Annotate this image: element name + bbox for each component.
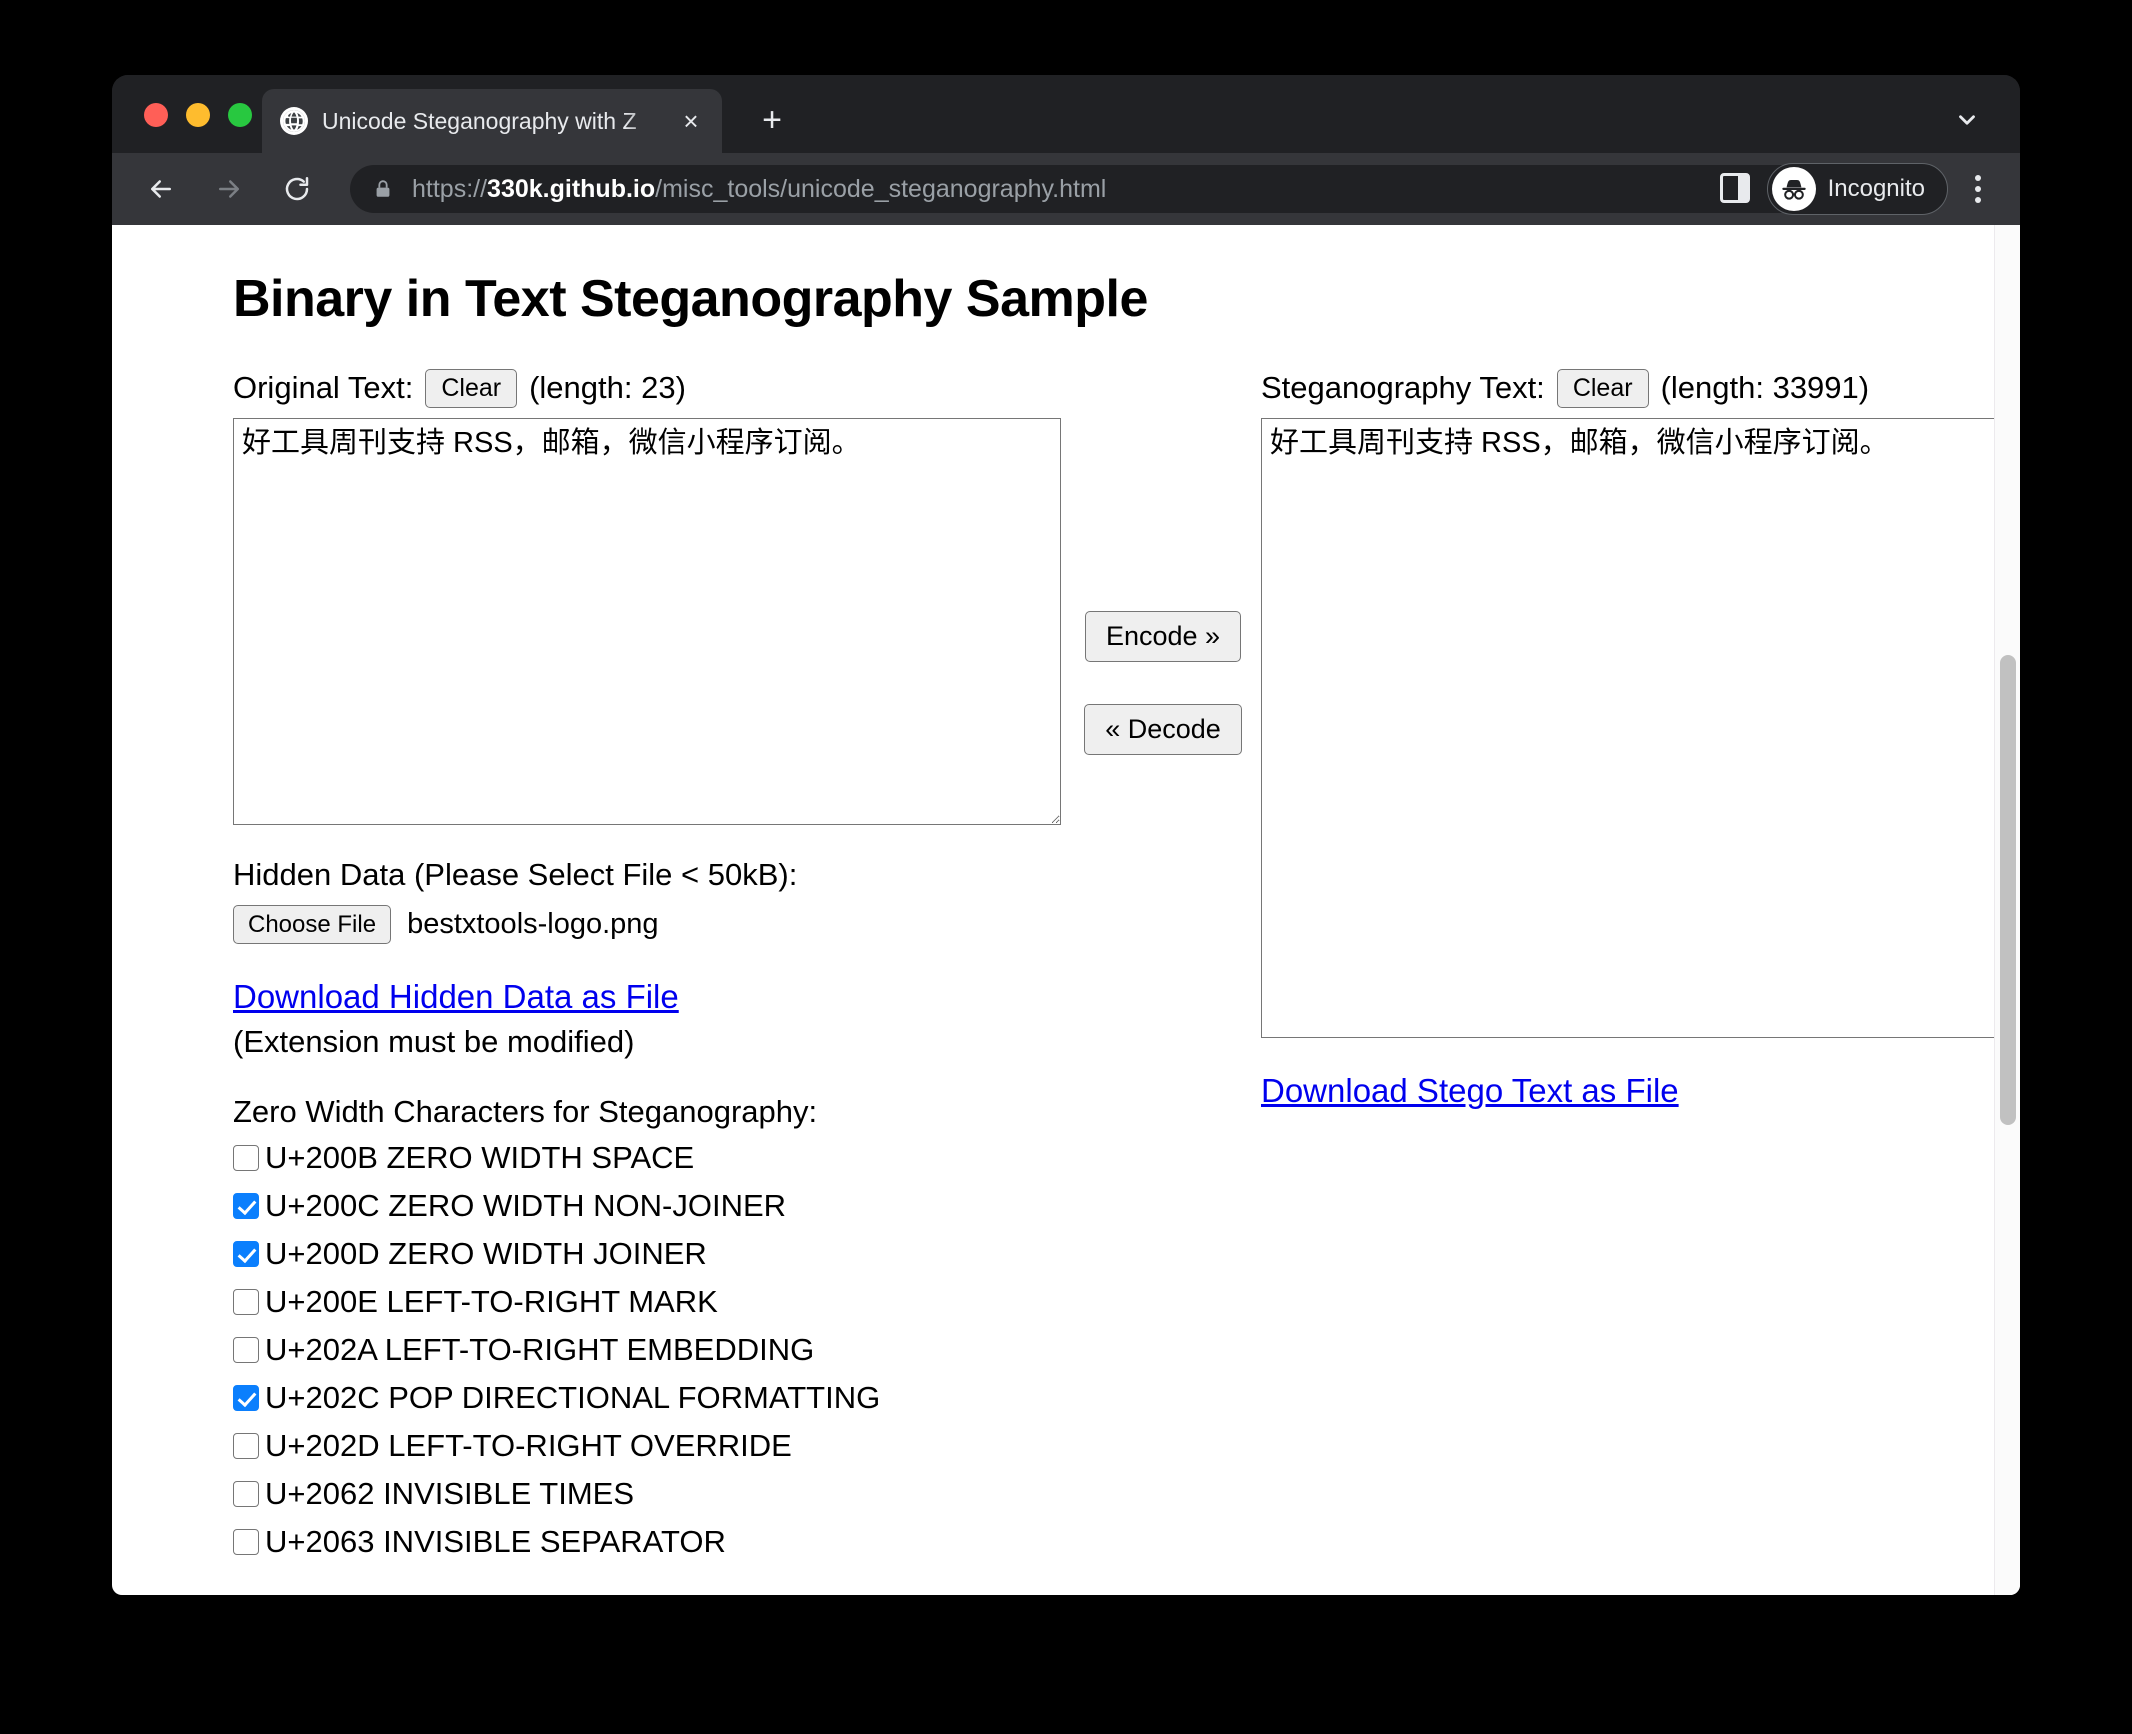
zero-width-row[interactable]: U+200B ZERO WIDTH SPACE	[233, 1134, 1073, 1182]
download-stego-text-link[interactable]: Download Stego Text as File	[1261, 1072, 1679, 1110]
stego-length-text: (length: 33991)	[1660, 370, 1870, 406]
window-controls	[144, 103, 252, 127]
right-column: Steganography Text: Clear (length: 33991…	[1253, 369, 2020, 1110]
download-hidden-data-link[interactable]: Download Hidden Data as File	[233, 978, 679, 1016]
zero-width-label: U+2062 INVISIBLE TIMES	[265, 1476, 635, 1512]
encode-button[interactable]: Encode »	[1084, 611, 1242, 663]
extension-note: (Extension must be modified)	[233, 1024, 635, 1060]
stego-text-label: Steganography Text:	[1261, 370, 1545, 406]
lock-icon	[372, 178, 394, 200]
incognito-hat-glasses-icon	[1771, 167, 1816, 211]
sidebar-panel-icon[interactable]	[1720, 173, 1752, 205]
checkbox-unchecked[interactable]	[233, 1433, 259, 1460]
checkbox-unchecked[interactable]	[233, 1529, 259, 1556]
zero-width-row[interactable]: U+200E LEFT-TO-RIGHT MARK	[233, 1278, 1073, 1326]
arrow-right-icon[interactable]	[202, 162, 256, 216]
page-scrollbar-thumb[interactable]	[2000, 655, 2016, 1125]
close-tab-button[interactable]: ×	[674, 104, 708, 138]
checkbox-unchecked[interactable]	[233, 1289, 259, 1316]
url-host: 330k.github.io	[487, 174, 656, 203]
page-content: Binary in Text Steganography Sample Orig…	[112, 225, 2020, 1595]
checkbox-checked[interactable]	[233, 1385, 259, 1412]
zero-width-checkbox-list: U+200B ZERO WIDTH SPACE U+200C ZERO WIDTH…	[233, 1134, 1073, 1566]
zero-width-row[interactable]: U+2063 INVISIBLE SEPARATOR	[233, 1518, 1073, 1566]
url-path: /misc_tools/unicode_steganography.html	[655, 174, 1107, 203]
new-tab-button[interactable]: +	[752, 101, 792, 141]
main-columns: Original Text: Clear (length: 23) Hidden…	[233, 369, 2020, 1566]
original-text-header: Original Text: Clear (length: 23)	[233, 369, 1073, 408]
zero-width-label: U+200D ZERO WIDTH JOINER	[265, 1236, 707, 1272]
incognito-badge[interactable]: Incognito	[1766, 163, 1948, 215]
zero-width-label: U+202A LEFT-TO-RIGHT EMBEDDING	[265, 1332, 815, 1368]
zero-width-label: U+200C ZERO WIDTH NON-JOINER	[265, 1188, 787, 1224]
page-scrollbar[interactable]	[1994, 225, 2020, 1595]
checkbox-unchecked[interactable]	[233, 1337, 259, 1364]
zero-width-row[interactable]: U+200C ZERO WIDTH NON-JOINER	[233, 1182, 1073, 1230]
zero-width-row[interactable]: U+202D LEFT-TO-RIGHT OVERRIDE	[233, 1422, 1073, 1470]
checkbox-checked[interactable]	[233, 1241, 259, 1268]
maximize-window-button[interactable]	[228, 103, 252, 127]
original-text-label: Original Text:	[233, 370, 414, 406]
file-input-row: Choose File bestxtools-logo.png	[233, 904, 1073, 945]
zero-width-row[interactable]: U+202C POP DIRECTIONAL FORMATTING	[233, 1374, 1073, 1422]
url-text: https://330k.github.io/misc_tools/unicod…	[412, 175, 1796, 204]
address-bar[interactable]: https://330k.github.io/misc_tools/unicod…	[350, 165, 1850, 213]
tab-strip: Unicode Steganography with Z × +	[112, 75, 2020, 153]
checkbox-unchecked[interactable]	[233, 1481, 259, 1508]
zero-width-heading: Zero Width Characters for Steganography:	[233, 1094, 818, 1130]
minimize-window-button[interactable]	[186, 103, 210, 127]
middle-column: Encode » « Decode	[1073, 369, 1253, 756]
browser-toolbar: https://330k.github.io/misc_tools/unicod…	[112, 153, 2020, 225]
incognito-label: Incognito	[1827, 175, 1925, 202]
zero-width-label: U+2063 INVISIBLE SEPARATOR	[265, 1524, 726, 1560]
close-window-button[interactable]	[144, 103, 168, 127]
zero-width-row[interactable]: U+2062 INVISIBLE TIMES	[233, 1470, 1073, 1518]
checkbox-unchecked[interactable]	[233, 1145, 259, 1172]
globe-icon	[280, 107, 308, 135]
browser-tab[interactable]: Unicode Steganography with Z ×	[262, 89, 722, 153]
zero-width-label: U+200E LEFT-TO-RIGHT MARK	[265, 1284, 718, 1320]
choose-file-button[interactable]: Choose File	[233, 904, 392, 945]
zero-width-label: U+202C POP DIRECTIONAL FORMATTING	[265, 1380, 881, 1416]
left-column: Original Text: Clear (length: 23) Hidden…	[233, 369, 1073, 1566]
reload-icon[interactable]	[270, 162, 324, 216]
original-length-text: (length: 23)	[529, 370, 686, 406]
page-title: Binary in Text Steganography Sample	[233, 270, 1148, 328]
browser-window: Unicode Steganography with Z × + https:/…	[112, 75, 2020, 1595]
checkbox-checked[interactable]	[233, 1193, 259, 1220]
clear-stego-button[interactable]: Clear	[1556, 369, 1649, 408]
clear-original-button[interactable]: Clear	[425, 369, 518, 408]
stego-text-header: Steganography Text: Clear (length: 33991…	[1261, 369, 2020, 408]
decode-button[interactable]: « Decode	[1084, 704, 1242, 756]
original-text-input[interactable]	[233, 417, 1061, 825]
hidden-data-label: Hidden Data (Please Select File < 50kB):	[233, 856, 798, 892]
tab-title: Unicode Steganography with Z	[322, 107, 637, 134]
zero-width-label: U+202D LEFT-TO-RIGHT OVERRIDE	[265, 1428, 792, 1464]
url-scheme: https://	[412, 174, 488, 203]
page-viewport: Binary in Text Steganography Sample Orig…	[112, 225, 2020, 1595]
arrow-left-icon[interactable]	[134, 162, 188, 216]
zero-width-row[interactable]: U+202A LEFT-TO-RIGHT EMBEDDING	[233, 1326, 1073, 1374]
chevron-down-icon[interactable]	[1950, 103, 1984, 137]
selected-file-name: bestxtools-logo.png	[407, 908, 659, 941]
three-dots-menu-icon[interactable]	[1958, 169, 1998, 209]
stego-text-input[interactable]	[1261, 417, 2020, 1038]
zero-width-label: U+200B ZERO WIDTH SPACE	[265, 1140, 695, 1176]
zero-width-row[interactable]: U+200D ZERO WIDTH JOINER	[233, 1230, 1073, 1278]
